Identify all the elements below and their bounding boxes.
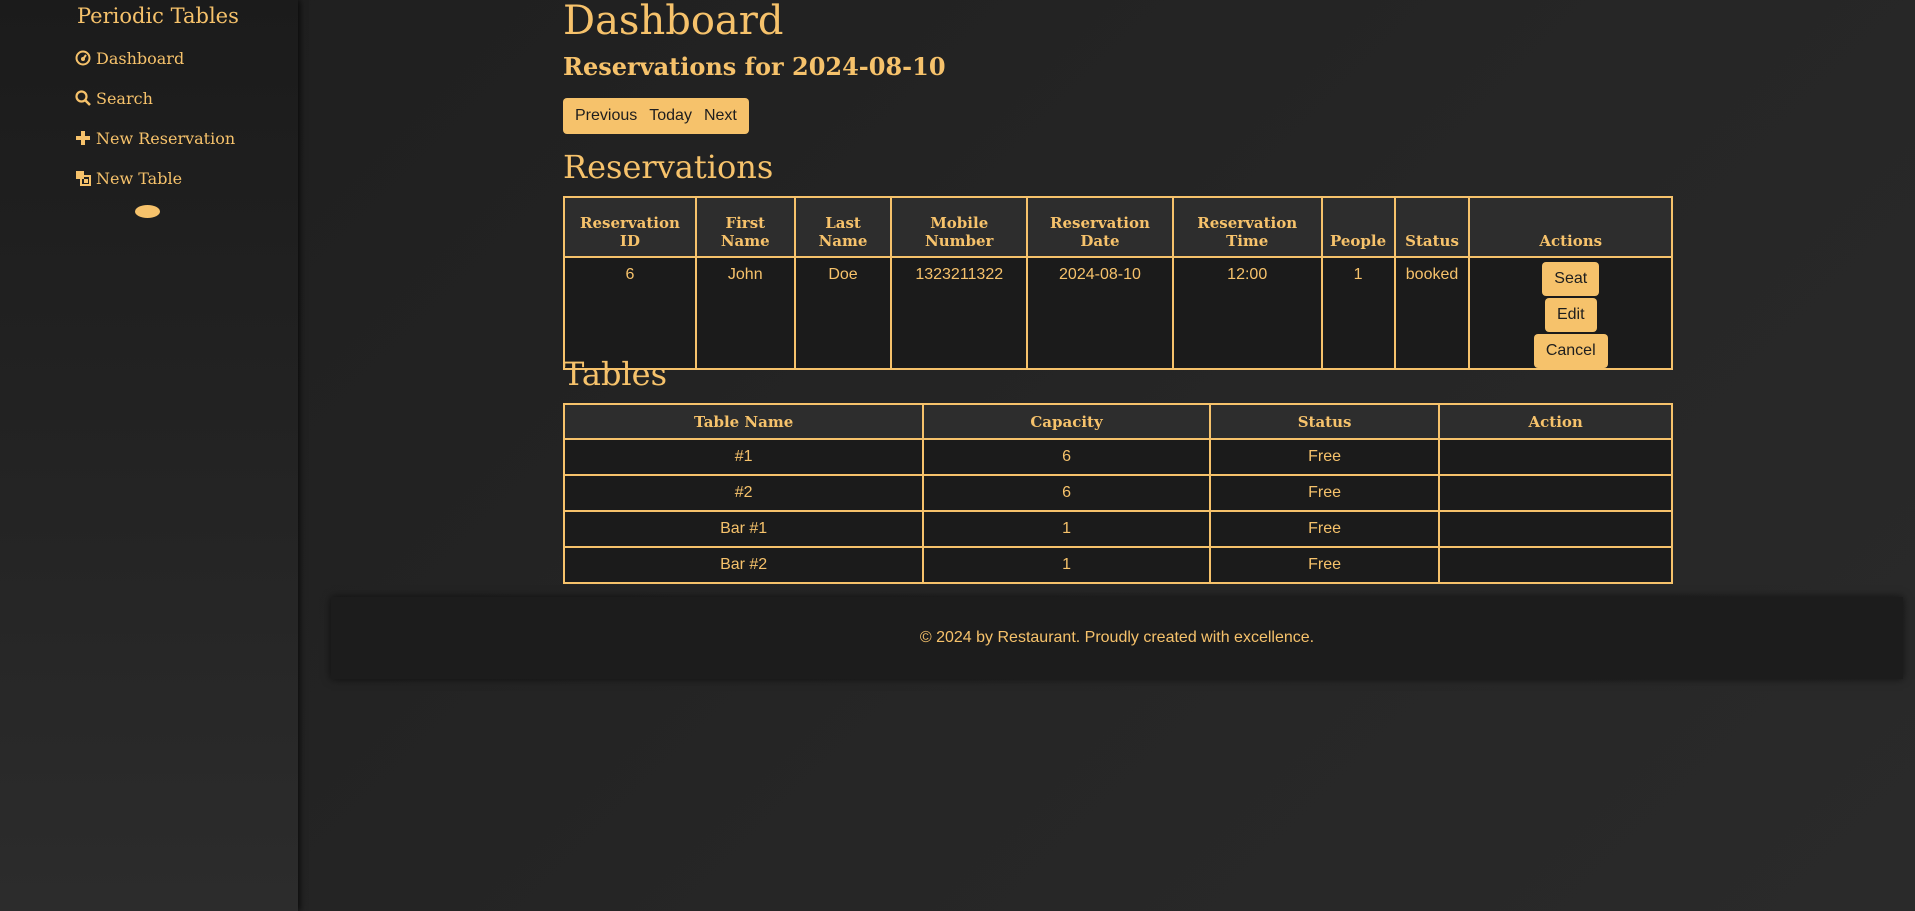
reservations-table: Reservation ID First Name Last Name Mobi… [563, 196, 1673, 370]
sidebar-item-label: Search [96, 88, 153, 108]
table-action [1438, 474, 1673, 512]
reservation-time: 12:00 [1171, 256, 1323, 370]
new-table-icon [74, 169, 92, 187]
previous-button[interactable]: Previous [569, 98, 643, 134]
edit-button[interactable]: Edit [1544, 298, 1597, 332]
table-name: Bar #1 [562, 510, 925, 548]
page-title: Dashboard [563, 0, 784, 44]
first-name: John [694, 256, 796, 370]
table-status: Free [1208, 438, 1441, 476]
last-name: Doe [793, 256, 893, 370]
reservation-date: 2024-08-10 [1026, 256, 1174, 370]
table-status: Free [1208, 474, 1441, 512]
table-action [1438, 546, 1673, 584]
column-header: Actions [1468, 196, 1673, 258]
brand-title[interactable]: Periodic Tables [77, 4, 239, 28]
column-header: Capacity [922, 403, 1211, 440]
today-button[interactable]: Today [643, 98, 698, 134]
seat-button[interactable]: Seat [1542, 262, 1600, 296]
mobile-number: 1323211322 [890, 256, 1029, 370]
tables-heading: Tables [563, 355, 668, 393]
table-row: Bar #1 1 Free [562, 510, 1673, 548]
column-header: Status [1208, 403, 1441, 440]
column-header: Action [1438, 403, 1673, 440]
reservations-heading: Reservations [563, 148, 774, 186]
reservation-status: booked [1393, 256, 1471, 370]
table-row: 6 John Doe 1323211322 2024-08-10 12:00 1… [563, 256, 1673, 370]
actions-cell: Seat Edit Cancel [1468, 256, 1673, 370]
plus-icon [74, 129, 92, 147]
table-capacity: 6 [922, 438, 1211, 476]
sidebar-item-search[interactable]: Search [74, 86, 153, 110]
footer-text: © 2024 by Restaurant. Proudly created wi… [919, 629, 1315, 646]
table-row: #2 6 Free [562, 474, 1673, 512]
table-row: #1 6 Free [562, 438, 1673, 476]
table-name: Bar #2 [562, 546, 925, 584]
table-status: Free [1208, 510, 1441, 548]
column-header: Status [1393, 196, 1471, 258]
column-header: Reservation Date [1026, 196, 1174, 258]
people-count: 1 [1320, 256, 1396, 370]
column-header: People [1320, 196, 1396, 258]
sidebar-item-label: New Table [96, 168, 183, 188]
date-navigation: Previous Today Next [563, 98, 749, 134]
column-header: Reservation Time [1171, 196, 1323, 258]
table-capacity: 1 [922, 510, 1211, 548]
sidebar-item-dashboard[interactable]: Dashboard [74, 46, 184, 70]
reservation-id: 6 [563, 256, 697, 370]
column-header: Mobile Number [890, 196, 1029, 258]
sidebar-item-label: Dashboard [96, 48, 185, 68]
table-action [1438, 438, 1673, 476]
column-header: Last Name [793, 196, 893, 258]
sidebar-item-new-reservation[interactable]: New Reservation [74, 126, 235, 150]
table-row: Bar #2 1 Free [562, 546, 1673, 584]
tables-table: Table Name Capacity Status Action #1 6 F… [562, 403, 1673, 584]
table-header-row: Reservation ID First Name Last Name Mobi… [563, 196, 1673, 258]
search-icon [74, 89, 92, 107]
table-name: #2 [562, 474, 925, 512]
table-header-row: Table Name Capacity Status Action [562, 403, 1673, 440]
table-name: #1 [562, 438, 925, 476]
next-button[interactable]: Next [698, 98, 743, 134]
sidebar-toggle-button[interactable] [135, 205, 160, 218]
table-action [1438, 510, 1673, 548]
column-header: Reservation ID [563, 196, 697, 258]
reservations-date-subtitle: Reservations for 2024-08-10 [563, 52, 946, 81]
sidebar-item-label: New Reservation [96, 128, 236, 148]
sidebar: Periodic Tables Dashboard Search New Res… [0, 0, 298, 911]
footer: © 2024 by Restaurant. Proudly created wi… [331, 597, 1903, 679]
cancel-button[interactable]: Cancel [1533, 334, 1608, 368]
column-header: Table Name [562, 403, 925, 440]
dashboard-icon [74, 49, 92, 67]
table-capacity: 1 [922, 546, 1211, 584]
table-capacity: 6 [922, 474, 1211, 512]
column-header: First Name [694, 196, 796, 258]
table-status: Free [1208, 546, 1441, 584]
sidebar-item-new-table[interactable]: New Table [74, 166, 182, 190]
